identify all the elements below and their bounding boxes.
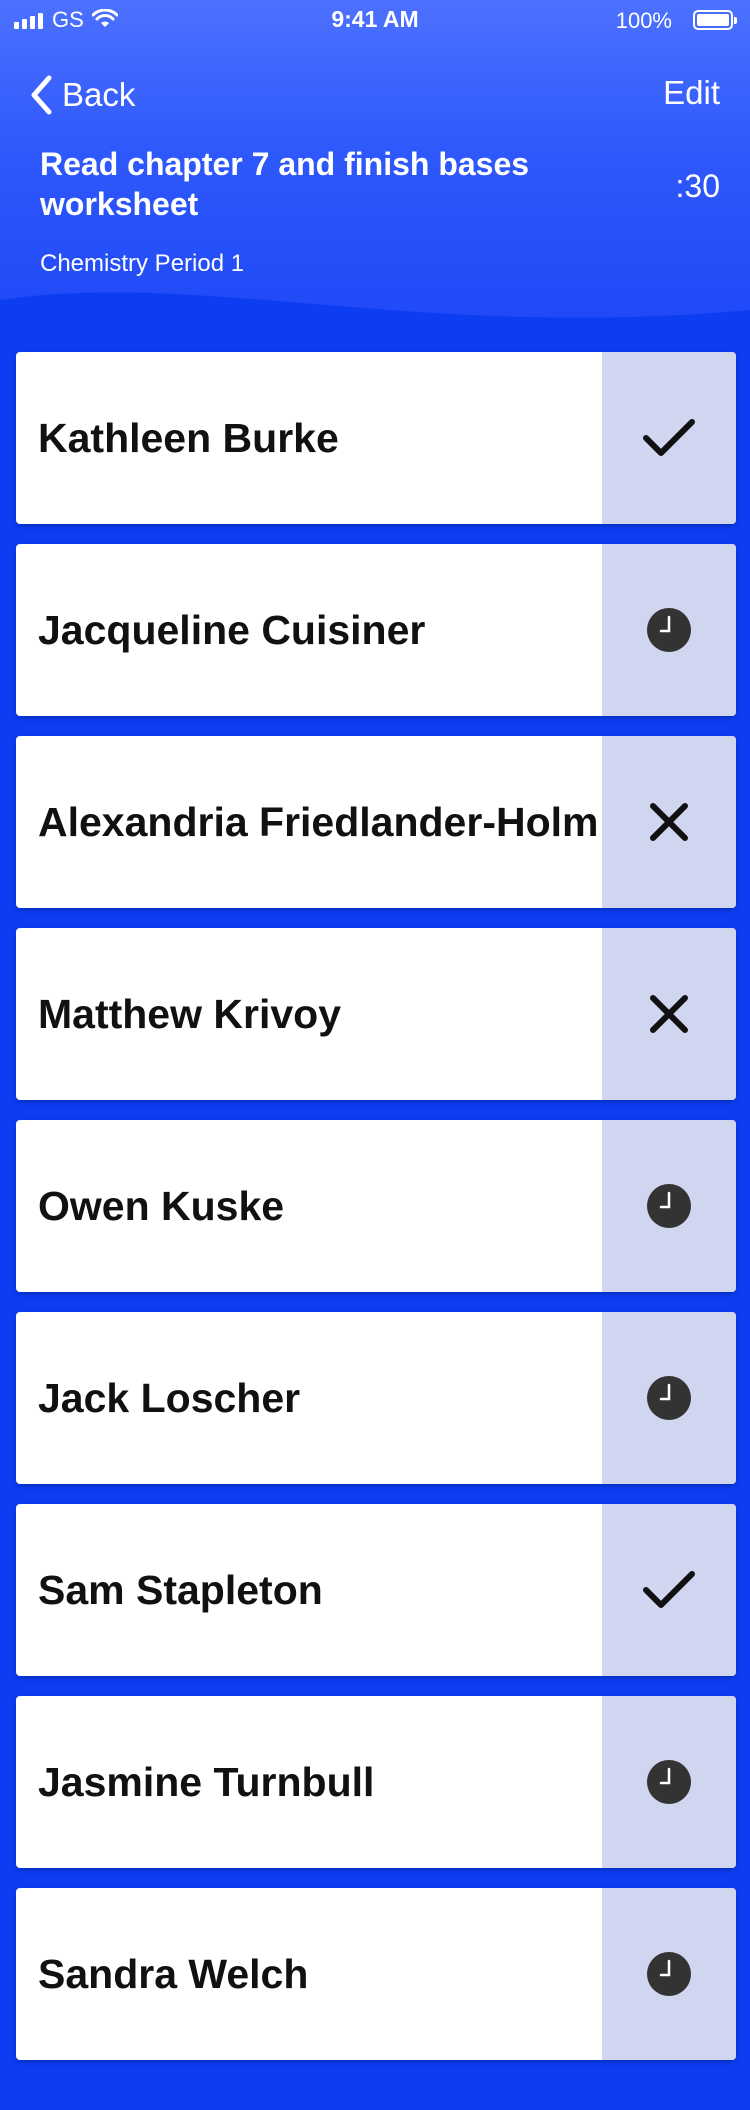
status-toggle[interactable] — [602, 1504, 736, 1676]
status-toggle[interactable] — [602, 1888, 736, 2060]
status-toggle[interactable] — [602, 1696, 736, 1868]
student-row[interactable]: Jack Loscher — [16, 1312, 736, 1484]
student-name: Alexandria Friedlander-Holm — [38, 799, 599, 845]
battery-icon — [693, 10, 737, 30]
student-row[interactable]: Alexandria Friedlander-Holm — [16, 736, 736, 908]
status-toggle[interactable] — [602, 1312, 736, 1484]
student-row[interactable]: Sandra Welch — [16, 1888, 736, 2060]
clock-icon — [647, 1376, 691, 1420]
assignment-title: Read chapter 7 and finish bases workshee… — [40, 146, 530, 222]
student-row[interactable]: Jasmine Turnbull — [16, 1696, 736, 1868]
status-toggle[interactable] — [602, 352, 736, 524]
student-name: Jack Loscher — [38, 1375, 301, 1421]
student-row[interactable]: Jacqueline Cuisiner — [16, 544, 736, 716]
clock-icon — [647, 608, 691, 652]
x-icon — [650, 995, 688, 1033]
status-toggle[interactable] — [602, 928, 736, 1100]
battery-percent: 100% — [615, 8, 672, 33]
status-bar: GS 9:41 AM 100% — [0, 0, 750, 40]
clock-icon — [647, 1184, 691, 1228]
back-label: Back — [62, 76, 136, 113]
status-toggle[interactable] — [602, 544, 736, 716]
edit-button[interactable]: Edit — [663, 74, 720, 112]
student-name: Sandra Welch — [38, 1951, 309, 1997]
back-button[interactable]: Back — [30, 70, 135, 120]
x-icon — [650, 803, 688, 841]
student-row[interactable]: Sam Stapleton — [16, 1504, 736, 1676]
student-row[interactable]: Matthew Krivoy — [16, 928, 736, 1100]
header-wave — [0, 292, 750, 340]
status-toggle[interactable] — [602, 736, 736, 908]
student-name: Jacqueline Cuisiner — [38, 607, 426, 653]
student-row[interactable]: Owen Kuske — [16, 1120, 736, 1292]
check-icon — [643, 419, 695, 456]
check-icon — [643, 1571, 695, 1608]
student-name: Kathleen Burke — [38, 415, 339, 461]
student-name: Sam Stapleton — [38, 1567, 323, 1613]
status-toggle[interactable] — [602, 1120, 736, 1292]
chevron-left-icon — [31, 75, 52, 115]
clock-icon — [647, 1952, 691, 1996]
clock-icon — [647, 1760, 691, 1804]
student-list: Kathleen Burke Jacqueline Cuisiner Alexa… — [16, 352, 736, 2080]
student-row[interactable]: Kathleen Burke — [16, 352, 736, 524]
student-name: Matthew Krivoy — [38, 991, 341, 1037]
class-name: Chemistry Period 1 — [40, 250, 245, 277]
assignment-timer: :30 — [675, 168, 720, 204]
student-name: Owen Kuske — [38, 1183, 285, 1229]
student-name: Jasmine Turnbull — [38, 1759, 375, 1805]
